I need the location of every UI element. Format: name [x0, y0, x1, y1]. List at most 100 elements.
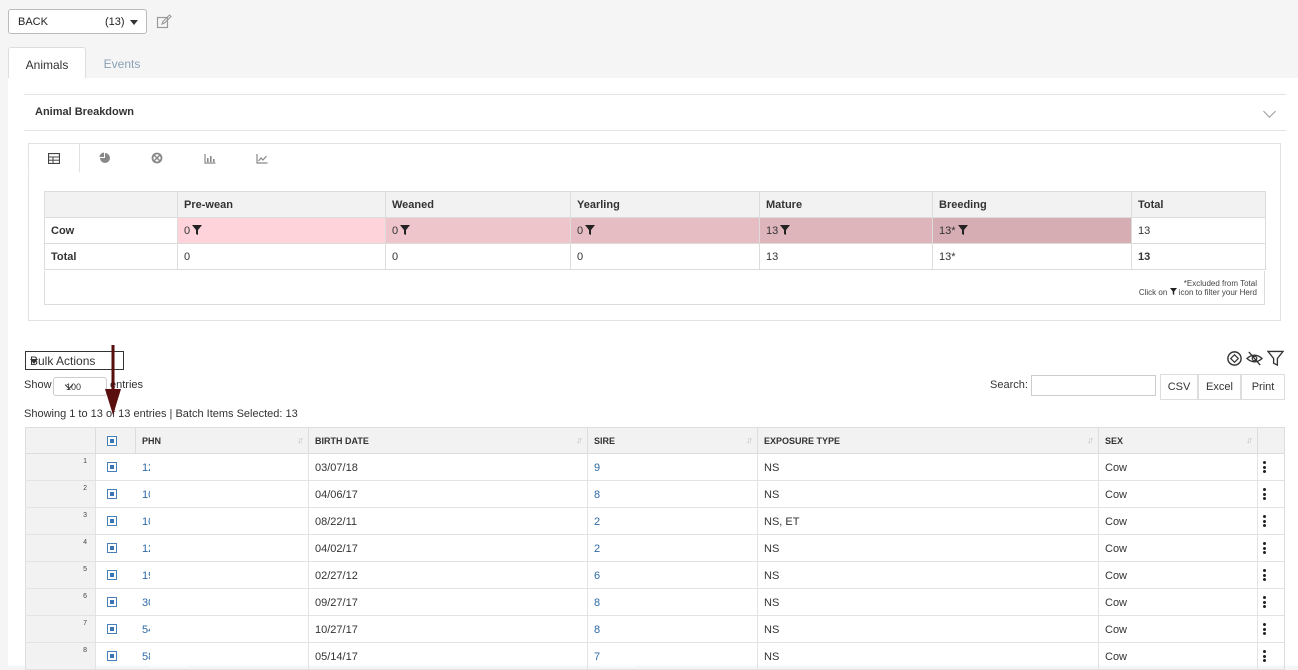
cell-exposure-type: NS, ET: [758, 508, 1099, 534]
col-header-label: EXPOSURE TYPE: [764, 436, 841, 446]
cell-yearling[interactable]: 0: [570, 217, 760, 244]
row-menu-icon[interactable]: [1263, 461, 1266, 473]
view-tab-table[interactable]: [28, 143, 80, 173]
redacted-area: [601, 592, 635, 613]
cell-sire[interactable]: 9: [588, 454, 758, 480]
sex: Cow: [1105, 570, 1128, 582]
cell-sire[interactable]: 2: [588, 535, 758, 561]
col-sex[interactable]: SEX ↓↑: [1099, 428, 1258, 453]
table-row[interactable]: 2 10 04/06/17 8 NS Cow: [25, 481, 1285, 508]
cell-sire[interactable]: 8: [588, 481, 758, 507]
cell-sire[interactable]: 8: [588, 589, 758, 615]
cell-phn[interactable]: 58: [136, 643, 309, 669]
row-menu-icon[interactable]: [1263, 596, 1266, 608]
cell-phn[interactable]: 30: [136, 589, 309, 615]
tab-animals[interactable]: Animals: [8, 47, 86, 79]
chevron-down-icon[interactable]: [1263, 105, 1276, 118]
col-exposure-type[interactable]: EXPOSURE TYPE ↓↑: [758, 428, 1099, 453]
row-menu-icon[interactable]: [1263, 515, 1266, 527]
sex: Cow: [1105, 624, 1128, 636]
sire-link[interactable]: 8: [594, 489, 600, 501]
cell-phn[interactable]: 19: [136, 562, 309, 588]
col-birth-date[interactable]: BIRTH DATE ↓↑: [309, 428, 588, 453]
select-all-checkbox[interactable]: [107, 436, 117, 446]
col-phn[interactable]: PHN ↓↑: [136, 428, 309, 453]
cell-weaned[interactable]: 0: [385, 217, 571, 244]
bulk-actions-label: Bulk Actions: [30, 354, 96, 368]
view-tab-donut[interactable]: [131, 143, 183, 173]
sire-link[interactable]: 2: [594, 543, 600, 555]
sire-link[interactable]: 8: [594, 597, 600, 609]
sire-link[interactable]: 6: [594, 570, 600, 582]
col-header: Pre-wean: [177, 191, 386, 218]
row-checkbox[interactable]: [107, 651, 117, 661]
cell-phn[interactable]: 10: [136, 481, 309, 507]
table-row[interactable]: 6 30 09/27/17 8 NS Cow: [25, 589, 1285, 616]
cell-phn[interactable]: 12: [136, 454, 309, 480]
cell-grand-total: 13: [1131, 243, 1266, 270]
view-tab-bar[interactable]: [184, 143, 236, 173]
sire-link[interactable]: 7: [594, 651, 600, 663]
col-select-all[interactable]: [96, 428, 136, 453]
sire-link[interactable]: 2: [594, 516, 600, 528]
filter-icon[interactable]: [1267, 350, 1284, 367]
birth-date: 02/27/12: [315, 570, 358, 582]
filter-icon[interactable]: [585, 224, 596, 235]
cell-sire[interactable]: 6: [588, 562, 758, 588]
table-row[interactable]: 7 54 10/27/17 8 NS Cow: [25, 616, 1285, 643]
sex: Cow: [1105, 651, 1128, 663]
page-length-select[interactable]: 100: [53, 377, 107, 396]
row-checkbox[interactable]: [107, 570, 117, 580]
filter-icon[interactable]: [192, 224, 203, 235]
filter-icon[interactable]: [400, 224, 411, 235]
edit-icon[interactable]: [156, 14, 172, 30]
filter-icon[interactable]: [957, 224, 968, 235]
row-checkbox[interactable]: [107, 462, 117, 472]
sire-link[interactable]: 9: [594, 462, 600, 474]
row-menu-icon[interactable]: [1263, 542, 1266, 554]
excel-button[interactable]: Excel: [1198, 374, 1241, 400]
cell-phn[interactable]: 12: [136, 535, 309, 561]
col-sire[interactable]: SIRE ↓↑: [588, 428, 758, 453]
search-input[interactable]: [1031, 375, 1156, 396]
reset-columns-icon[interactable]: [1226, 350, 1243, 367]
print-button[interactable]: Print: [1241, 374, 1285, 400]
row-menu-icon[interactable]: [1263, 569, 1266, 581]
row-checkbox[interactable]: [107, 543, 117, 553]
row-checkbox[interactable]: [107, 516, 117, 526]
redacted-area: [601, 457, 635, 478]
row-index: 4: [26, 535, 96, 561]
view-tab-pie[interactable]: [79, 143, 131, 173]
row-checkbox[interactable]: [107, 489, 117, 499]
cell-sire[interactable]: 8: [588, 616, 758, 642]
cell-value: 13: [766, 224, 779, 237]
group-select[interactable]: BACK (13): [8, 9, 147, 34]
table-row[interactable]: 5 19 02/27/12 6 NS Cow: [25, 562, 1285, 589]
table-row[interactable]: 1 12 03/07/18 9 NS Cow: [25, 454, 1285, 481]
row-menu-icon[interactable]: [1263, 623, 1266, 635]
cell-sire[interactable]: 7: [588, 643, 758, 669]
col-header: [44, 191, 178, 218]
cell-breeding[interactable]: 13*: [932, 217, 1132, 244]
group-select-label: BACK: [18, 16, 48, 28]
cell-phn[interactable]: 10: [136, 508, 309, 534]
tab-events[interactable]: Events: [86, 47, 158, 79]
filter-icon[interactable]: [780, 224, 791, 235]
csv-button[interactable]: CSV: [1160, 374, 1198, 400]
sire-link[interactable]: 8: [594, 624, 600, 636]
breakdown-header[interactable]: Animal Breakdown: [24, 94, 1286, 131]
group-select-count: (13): [105, 16, 125, 28]
table-row[interactable]: 3 10 08/22/11 2 NS, ET Cow: [25, 508, 1285, 535]
row-menu-icon[interactable]: [1263, 650, 1266, 662]
row-checkbox[interactable]: [107, 597, 117, 607]
cell-phn[interactable]: 54: [136, 616, 309, 642]
hide-columns-icon[interactable]: [1246, 350, 1263, 367]
view-tab-line[interactable]: [236, 143, 288, 173]
table-row[interactable]: 4 12 04/02/17 2 NS Cow: [25, 535, 1285, 562]
cell-prewean[interactable]: 0: [177, 217, 386, 244]
row-menu-icon[interactable]: [1263, 488, 1266, 500]
cell-mature[interactable]: 13: [759, 217, 933, 244]
cell-exposure-type: NS: [758, 589, 1099, 615]
cell-sire[interactable]: 2: [588, 508, 758, 534]
row-checkbox[interactable]: [107, 624, 117, 634]
